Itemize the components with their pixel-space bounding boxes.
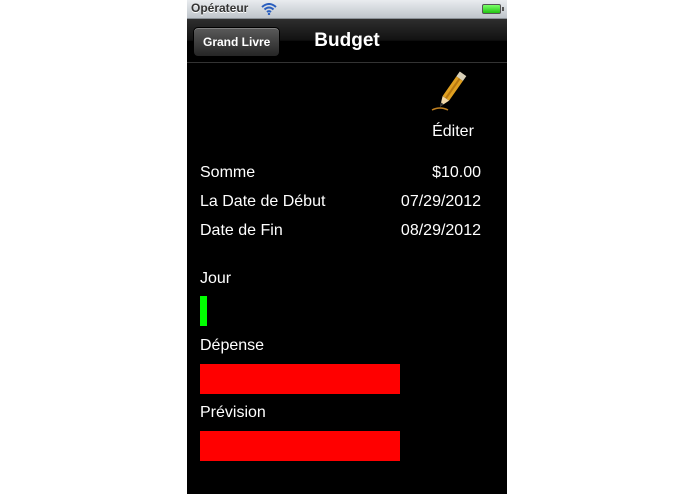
expense-progress-bar [200,364,400,394]
edit-button-label[interactable]: Éditer [423,123,483,141]
end-date-label: Date de Fin [200,222,283,239]
wifi-icon [261,2,277,20]
day-progress-bar [200,296,207,326]
forecast-progress-bar [200,431,400,461]
end-date-row: Date de Fin 08/29/2012 [200,222,481,240]
pencil-icon[interactable] [430,68,472,119]
end-date-value: 08/29/2012 [400,222,481,239]
day-label: Jour [200,270,232,287]
battery-icon [482,4,504,14]
start-date-value: 07/29/2012 [400,193,481,210]
navigation-bar: Grand Livre Budget [187,19,507,63]
app-screen: Opérateur Grand Livre Budget Éditer Somm… [187,0,507,494]
status-bar: Opérateur [187,0,507,19]
amount-label: Somme [200,164,256,181]
expense-label: Dépense [200,337,265,354]
amount-value: $10.00 [432,164,481,181]
page-title: Budget [314,30,380,51]
start-date-label: La Date de Début [200,193,326,210]
carrier-label: Opérateur [191,1,249,15]
amount-row: Somme $10.00 [200,164,481,182]
start-date-row: La Date de Début 07/29/2012 [200,193,481,211]
forecast-label: Prévision [200,404,266,421]
